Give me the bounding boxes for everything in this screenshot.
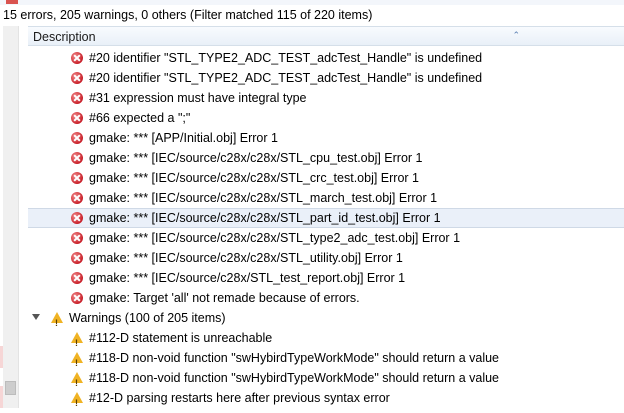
problem-description: gmake: *** [IEC/source/c28x/c28x/STL_typ… [89,231,461,245]
table-row[interactable]: gmake: *** [IEC/source/c28x/c28x/STL_crc… [28,168,624,188]
error-icon [71,132,83,144]
table-row[interactable]: #118-D non-void function "swHybirdTypeWo… [28,348,624,373]
table-row-selected[interactable]: gmake: *** [IEC/source/c28x/c28x/STL_par… [28,208,624,228]
problem-description: #118-D non-void function "swHybirdTypeWo… [89,351,500,365]
problems-tab-marker[interactable] [6,0,18,4]
problem-description: #66 expected a ";" [89,111,191,125]
error-icon [71,152,83,164]
table-row[interactable]: #66 expected a ";" [28,108,624,128]
table-row[interactable]: gmake: *** [IEC/source/c28x/c28x/STL_cpu… [28,148,624,168]
error-icon [71,232,83,244]
problem-description: #118-D non-void function "swHybirdTypeWo… [89,371,500,385]
problem-description: gmake: *** [IEC/source/c28x/c28x/STL_mar… [89,191,438,205]
vertical-scrollbar[interactable] [3,26,19,408]
problem-description: gmake: *** [IEC/source/c28x/c28x/STL_cpu… [89,151,423,165]
problem-description: gmake: *** [IEC/source/c28x/STL_test_rep… [89,271,406,285]
column-header-label: Description [33,30,96,44]
warning-icon [71,392,83,413]
problem-description: #20 identifier "STL_TYPE2_ADC_TEST_adcTe… [89,71,483,85]
problem-description: #112-D statement is unreachable [89,331,273,345]
problem-description: #31 expression must have integral type [89,91,307,105]
problem-description: gmake: *** [IEC/source/c28x/c28x/STL_par… [89,211,441,225]
error-icon [71,212,83,224]
problems-table: #20 identifier "STL_TYPE2_ADC_TEST_adcTe… [28,48,624,413]
warning-icon [71,352,83,373]
table-row[interactable]: #12-D parsing restarts here after previo… [28,388,624,413]
error-icon [71,92,83,104]
problem-description: gmake: *** [IEC/source/c28x/c28x/STL_uti… [89,251,403,265]
expand-arrow-icon[interactable] [32,314,40,320]
warning-icon [71,332,83,353]
table-row[interactable]: gmake: *** [IEC/source/c28x/c28x/STL_mar… [28,188,624,208]
error-icon [71,252,83,264]
table-row[interactable]: #112-D statement is unreachable [28,328,624,353]
error-icon [71,72,83,84]
error-icon [71,112,83,124]
table-row[interactable]: gmake: Target 'all' not remade because o… [28,288,624,308]
problem-description: gmake: Target 'all' not remade because o… [89,291,360,305]
error-icon [71,172,83,184]
sort-indicator-icon: ⌃ [512,30,520,40]
table-row[interactable]: gmake: *** [IEC/source/c28x/STL_test_rep… [28,268,624,288]
warning-icon [51,312,63,333]
error-icon [71,292,83,304]
table-row[interactable]: gmake: *** [IEC/source/c28x/c28x/STL_typ… [28,228,624,248]
warnings-group-row[interactable]: Warnings (100 of 205 items) [28,308,624,333]
error-icon [71,192,83,204]
error-icon [71,52,83,64]
table-row[interactable]: #118-D non-void function "swHybirdTypeWo… [28,368,624,393]
problems-summary-status: 15 errors, 205 warnings, 0 others (Filte… [0,5,624,26]
table-row[interactable]: #20 identifier "STL_TYPE2_ADC_TEST_adcTe… [28,68,624,88]
problem-description: #20 identifier "STL_TYPE2_ADC_TEST_adcTe… [89,51,483,65]
table-row[interactable]: #31 expression must have integral type [28,88,624,108]
table-row[interactable]: gmake: *** [IEC/source/c28x/c28x/STL_uti… [28,248,624,268]
problem-description: gmake: *** [IEC/source/c28x/c28x/STL_crc… [89,171,419,185]
scrollbar-thumb[interactable] [5,381,16,395]
warning-icon [71,372,83,393]
description-column-header[interactable]: Description ⌃ [28,26,624,46]
warnings-group-label: Warnings (100 of 205 items) [69,311,226,325]
table-row[interactable]: #20 identifier "STL_TYPE2_ADC_TEST_adcTe… [28,48,624,68]
error-icon [71,272,83,284]
problem-description: #12-D parsing restarts here after previo… [89,391,390,405]
table-row[interactable]: gmake: *** [APP/Initial.obj] Error 1 [28,128,624,148]
problem-description: gmake: *** [APP/Initial.obj] Error 1 [89,131,278,145]
